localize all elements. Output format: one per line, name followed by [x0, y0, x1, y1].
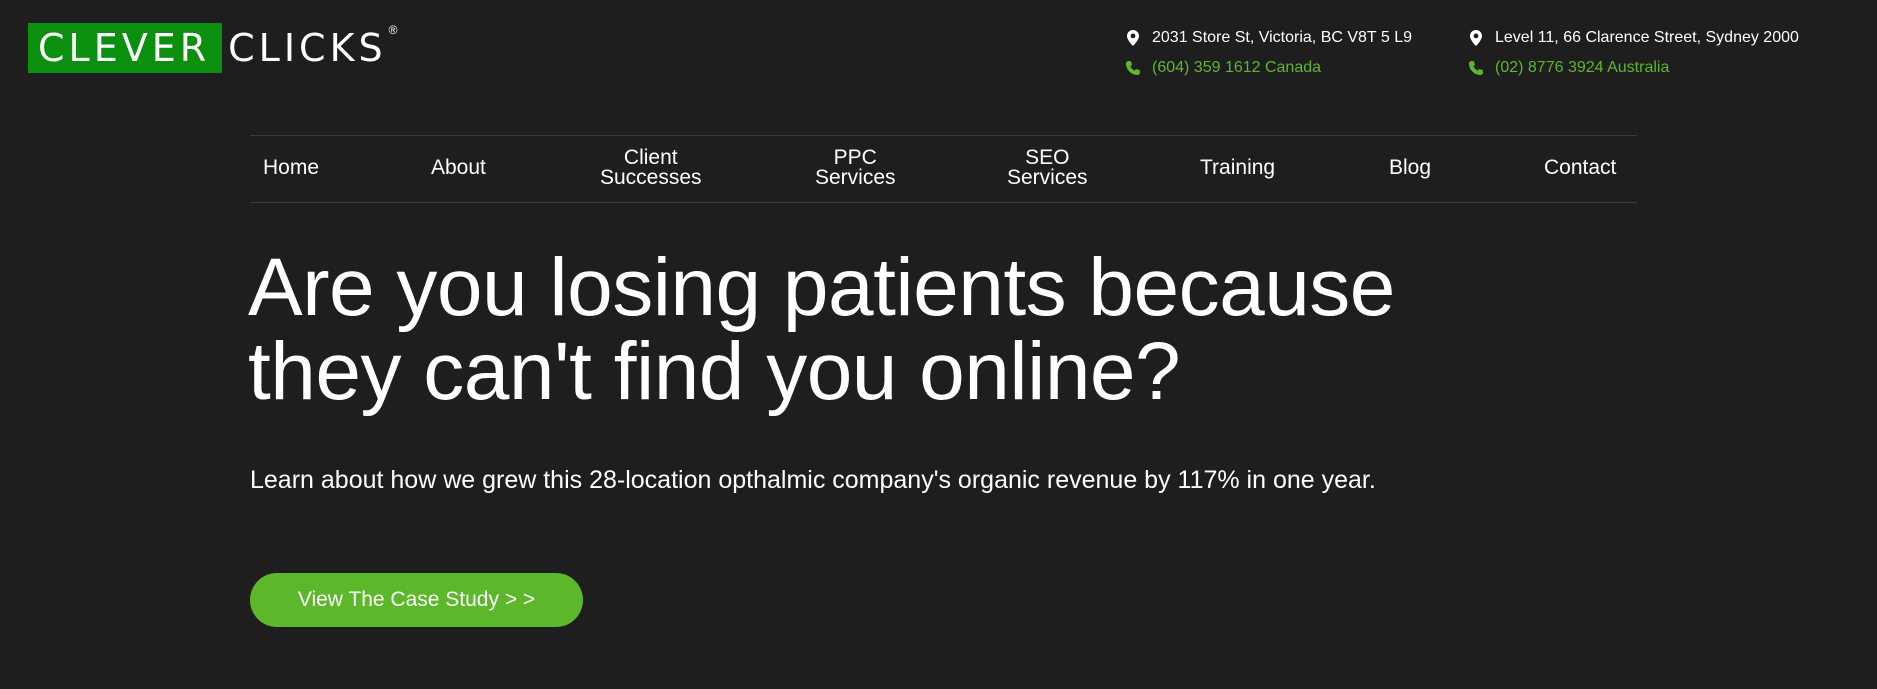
map-pin-icon [1467, 30, 1485, 46]
phone-link[interactable]: (02) 8776 3924 Australia [1495, 59, 1669, 77]
nav-label: Blog [1389, 156, 1432, 179]
logo[interactable]: CLEVER CLICKS ® [28, 22, 398, 74]
address-row: 2031 Store St, Victoria, BC V8T 5 L9 [1124, 28, 1412, 48]
nav-label-line1: SEO [1025, 146, 1070, 169]
logo-word-clicks: CLICKS [228, 26, 387, 70]
hero-headline: Are you losing patients because they can… [248, 246, 1648, 414]
contact-australia: Level 11, 66 Clarence Street, Sydney 200… [1467, 28, 1799, 88]
main-nav: Home About Client Successes PPC Services… [250, 135, 1637, 203]
map-pin-icon [1124, 30, 1142, 46]
nav-label-line2: Services [815, 166, 896, 189]
cta-label: View The Case Study > > [297, 588, 536, 611]
nav-home[interactable]: Home [263, 156, 320, 179]
phone-icon [1467, 60, 1485, 76]
phone-row[interactable]: (02) 8776 3924 Australia [1467, 58, 1799, 78]
nav-label: Training [1200, 156, 1276, 179]
logo-green-box: CLEVER [28, 23, 223, 73]
address-row: Level 11, 66 Clarence Street, Sydney 200… [1467, 28, 1799, 48]
address-text: Level 11, 66 Clarence Street, Sydney 200… [1495, 29, 1799, 46]
nav-seo-services[interactable]: SEO Services [1007, 146, 1088, 189]
logo-word-clever: CLEVER [38, 26, 211, 70]
hero-subtext: Learn about how we grew this 28-location… [250, 466, 1376, 494]
nav-label-line2: Successes [600, 166, 702, 189]
nav-blog[interactable]: Blog [1389, 156, 1432, 179]
headline-line1: Are you losing patients because [248, 242, 1395, 333]
nav-contact[interactable]: Contact [1544, 156, 1617, 179]
nav-training[interactable]: Training [1200, 156, 1276, 179]
registered-mark: ® [388, 23, 398, 37]
contact-canada: 2031 Store St, Victoria, BC V8T 5 L9 (60… [1124, 28, 1412, 88]
address-text: 2031 Store St, Victoria, BC V8T 5 L9 [1152, 29, 1412, 46]
nav-label-line1: PPC [833, 146, 877, 169]
phone-row[interactable]: (604) 359 1612 Canada [1124, 58, 1412, 78]
nav-about[interactable]: About [431, 156, 486, 179]
nav-ppc-services[interactable]: PPC Services [815, 146, 896, 189]
phone-link[interactable]: (604) 359 1612 Canada [1152, 59, 1321, 77]
nav-label: Home [263, 156, 320, 179]
nav-label-line2: Services [1007, 166, 1088, 189]
nav-label: Contact [1544, 156, 1617, 179]
nav-label-line1: Client [623, 146, 678, 169]
phone-icon [1124, 60, 1142, 76]
headline-line2: they can't find you online? [248, 326, 1181, 417]
nav-client-successes[interactable]: Client Successes [600, 146, 702, 189]
nav-label: About [431, 156, 486, 179]
view-case-study-button[interactable]: View The Case Study > > [250, 573, 583, 627]
